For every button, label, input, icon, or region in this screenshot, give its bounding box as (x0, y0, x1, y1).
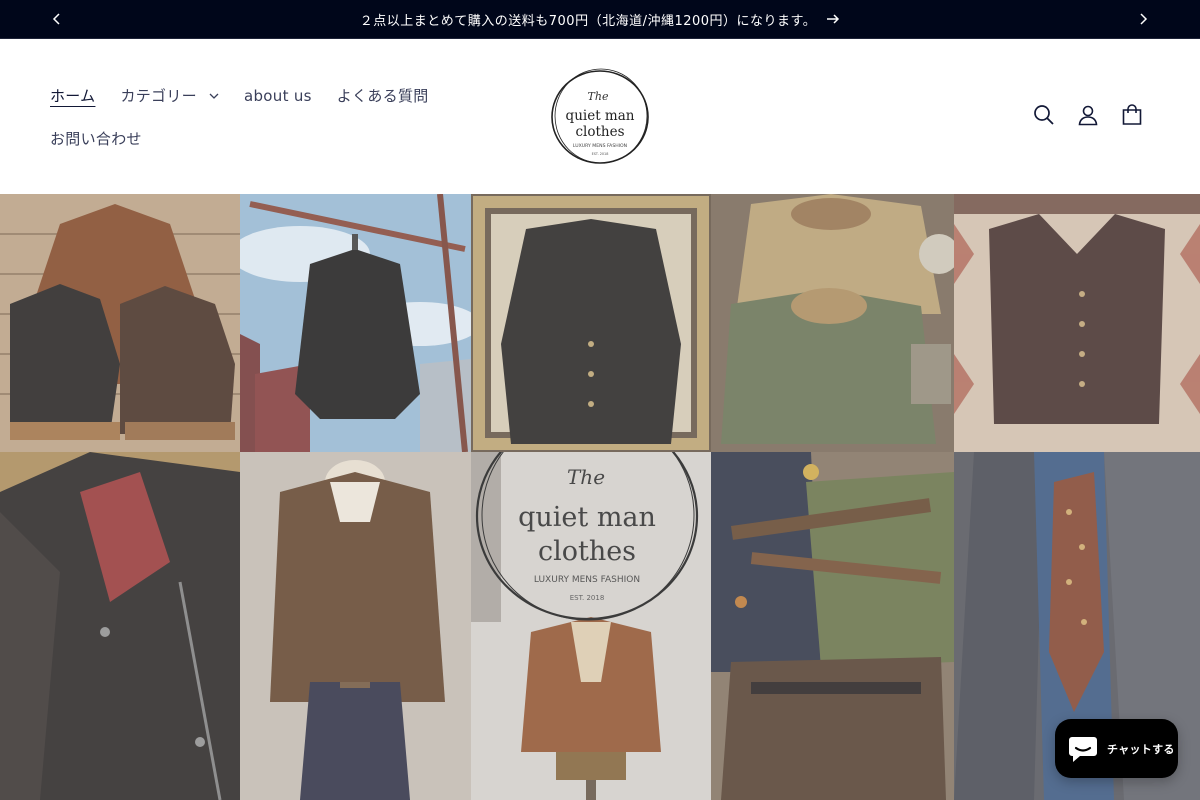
photo-shearling-jacket-model[interactable] (240, 452, 471, 800)
cart-icon (1121, 104, 1143, 130)
chevron-down-icon (209, 93, 219, 99)
logo-tagline: LUXURY MENS FASHION (573, 143, 627, 149)
header-icons (1022, 100, 1154, 134)
chat-button[interactable]: チャットする (1055, 719, 1178, 778)
photo-leather-jacket-closeup[interactable] (0, 452, 240, 800)
nav-home[interactable]: ホーム (50, 85, 95, 106)
photo-leather-vest[interactable] (954, 194, 1200, 452)
search-icon (1033, 104, 1055, 130)
collage-logo-line2: clothes (538, 536, 636, 567)
announcement-bar: ２点以上まとめて購入の送料も700円（北海道/沖縄1200円）になります。 (0, 0, 1200, 39)
collage-logo-est: EST. 2018 (570, 594, 605, 602)
store-logo[interactable]: The quiet man clothes LUXURY MENS FASHIO… (550, 68, 650, 166)
nav-category[interactable]: カテゴリー (120, 85, 219, 106)
account-button[interactable] (1066, 100, 1110, 134)
hero-collage: The quiet man clothes LUXURY MENS FASHIO… (0, 194, 1200, 800)
logo-line1: quiet man (566, 108, 635, 124)
photo-belts-denim[interactable] (711, 452, 954, 800)
photo-flight-jackets-floor[interactable] (711, 194, 954, 452)
photo-mannequin-logo[interactable]: The quiet man clothes LUXURY MENS FASHIO… (471, 452, 711, 800)
logo-est: EST. 2018 (592, 152, 609, 156)
announcement-link[interactable]: ２点以上まとめて購入の送料も700円（北海道/沖縄1200円）になります。 (360, 10, 840, 29)
chat-label: チャットする (1107, 742, 1175, 756)
nav-contact[interactable]: お問い合わせ (50, 128, 142, 149)
site-header: ホーム カテゴリー about us よくある質問 お問い合わせ The qui… (0, 39, 1200, 194)
photo-jacket-gold-frame[interactable] (471, 194, 711, 452)
cart-button[interactable] (1110, 100, 1154, 134)
chat-bubble-icon (1068, 735, 1098, 763)
announcement-next-button[interactable] (1124, 0, 1162, 38)
collage-logo-script: The (567, 465, 605, 489)
chevron-left-icon (52, 10, 62, 29)
chevron-right-icon (1138, 10, 1148, 29)
main-nav-row2: お問い合わせ (50, 128, 167, 149)
nav-about-us[interactable]: about us (244, 87, 312, 105)
photo-leather-jackets-trio[interactable] (0, 194, 240, 452)
logo-script: The (588, 90, 609, 103)
search-button[interactable] (1022, 100, 1066, 134)
nav-category-label: カテゴリー (120, 87, 197, 105)
collage-logo-line1: quiet man (518, 502, 656, 533)
account-icon (1077, 104, 1099, 130)
nav-faq[interactable]: よくある質問 (337, 85, 429, 106)
arrow-right-icon (826, 14, 840, 24)
collage-logo-tagline: LUXURY MENS FASHION (534, 575, 640, 585)
announcement-message: ２点以上まとめて購入の送料も700円（北海道/沖縄1200円）になります。 (359, 13, 817, 29)
main-nav: ホーム カテゴリー about us よくある質問 (50, 85, 454, 106)
photo-biker-jacket-sky[interactable] (240, 194, 471, 452)
announcement-prev-button[interactable] (38, 0, 76, 38)
logo-line2: clothes (575, 124, 624, 140)
